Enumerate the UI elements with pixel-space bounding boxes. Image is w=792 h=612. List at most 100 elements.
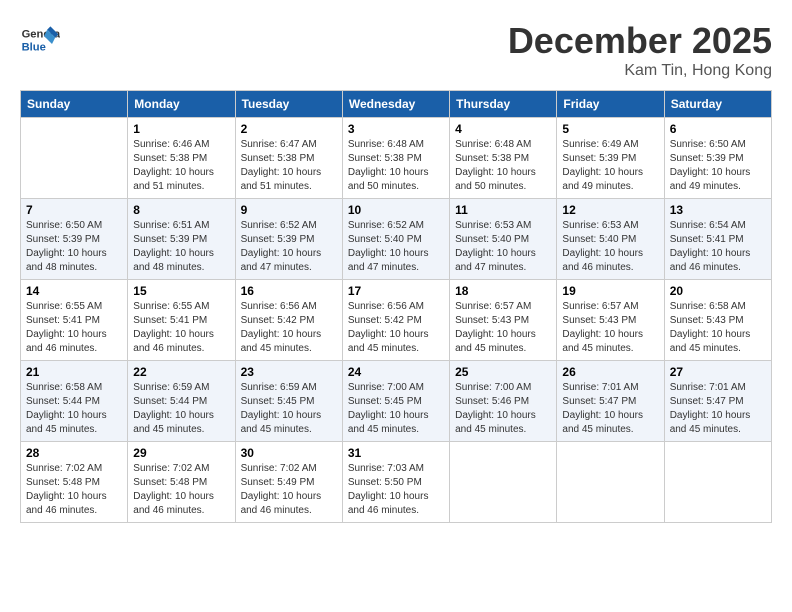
day-number: 21 [26, 365, 122, 379]
day-info: Sunrise: 7:01 AMSunset: 5:47 PMDaylight:… [670, 381, 766, 437]
calendar-cell-2-4: 18 Sunrise: 6:57 AMSunset: 5:43 PMDayligh… [450, 280, 557, 361]
col-thursday: Thursday [450, 91, 557, 118]
title-block: December 2025 Kam Tin, Hong Kong [508, 20, 772, 80]
day-number: 9 [241, 203, 337, 217]
calendar-header-row: Sunday Monday Tuesday Wednesday Thursday… [21, 91, 772, 118]
day-number: 27 [670, 365, 766, 379]
day-info: Sunrise: 6:52 AMSunset: 5:40 PMDaylight:… [348, 219, 444, 275]
day-number: 28 [26, 446, 122, 460]
day-number: 22 [133, 365, 229, 379]
calendar-cell-2-5: 19Sunrise: 6:57 AMSunset: 5:43 PMDayligh… [557, 280, 664, 361]
day-number: 11 [455, 203, 551, 217]
day-number: 13 [670, 203, 766, 217]
day-info: Sunrise: 6:51 AMSunset: 5:39 PMDaylight:… [133, 219, 229, 275]
svg-text:Blue: Blue [22, 41, 46, 53]
day-info: Sunrise: 6:57 AMSunset: 5:43 PMDaylight:… [455, 300, 551, 356]
calendar-cell-2-0: 14Sunrise: 6:55 AMSunset: 5:41 PMDayligh… [21, 280, 128, 361]
calendar-cell-1-3: 10 Sunrise: 6:52 AMSunset: 5:40 PMDayligh… [342, 199, 449, 280]
calendar-cell-4-6 [664, 442, 771, 523]
day-info: Sunrise: 7:01 AMSunset: 5:47 PMDaylight:… [562, 381, 658, 437]
calendar-cell-0-5: 5Sunrise: 6:49 AMSunset: 5:39 PMDaylight… [557, 118, 664, 199]
week-row-3: 14 Sunrise: 6:55 AMSunset: 5:41 PMDayligh… [21, 280, 772, 361]
day-info: Sunrise: 6:58 AMSunset: 5:43 PMDaylight:… [670, 300, 766, 356]
day-number: 18 [455, 284, 551, 298]
calendar-cell-3-5: 26 Sunrise: 7:01 AMSunset: 5:47 PMDayligh… [557, 361, 664, 442]
col-monday: Monday [128, 91, 235, 118]
week-row-1: 1Sunrise: 6:46 AMSunset: 5:38 PMDaylight… [21, 118, 772, 199]
day-number: 10 [348, 203, 444, 217]
day-info: Sunrise: 7:02 AMSunset: 5:48 PMDaylight:… [26, 462, 122, 518]
day-number: 12 [562, 203, 658, 217]
day-info: Sunrise: 6:50 AMSunset: 5:39 PMDaylight:… [26, 219, 122, 275]
day-number: 20 [670, 284, 766, 298]
calendar-cell-2-3: 17 Sunrise: 6:56 AMSunset: 5:42 PMDayligh… [342, 280, 449, 361]
day-number: 30 [241, 446, 337, 460]
day-info: Sunrise: 7:00 AMSunset: 5:46 PMDaylight:… [455, 381, 551, 437]
day-info: Sunrise: 6:50 AMSunset: 5:39 PMDaylight:… [670, 138, 766, 194]
calendar-cell-4-2: 30Sunrise: 7:02 AMSunset: 5:49 PMDayligh… [235, 442, 342, 523]
week-row-2: 7 Sunrise: 6:50 AMSunset: 5:39 PMDaylight… [21, 199, 772, 280]
day-number: 3 [348, 122, 444, 136]
calendar-cell-2-2: 16Sunrise: 6:56 AMSunset: 5:42 PMDayligh… [235, 280, 342, 361]
col-saturday: Saturday [664, 91, 771, 118]
week-row-4: 21 Sunrise: 6:58 AMSunset: 5:44 PMDayligh… [21, 361, 772, 442]
calendar-cell-0-0 [21, 118, 128, 199]
calendar-cell-0-4: 4 Sunrise: 6:48 AMSunset: 5:38 PMDaylight… [450, 118, 557, 199]
calendar-cell-0-6: 6 Sunrise: 6:50 AMSunset: 5:39 PMDaylight… [664, 118, 771, 199]
month-title: December 2025 [508, 20, 772, 62]
calendar-cell-4-5 [557, 442, 664, 523]
calendar-cell-0-3: 3 Sunrise: 6:48 AMSunset: 5:38 PMDaylight… [342, 118, 449, 199]
day-number: 15 [133, 284, 229, 298]
day-info: Sunrise: 7:02 AMSunset: 5:48 PMDaylight:… [133, 462, 229, 518]
day-number: 17 [348, 284, 444, 298]
day-info: Sunrise: 6:56 AMSunset: 5:42 PMDaylight:… [348, 300, 444, 356]
logo-icon: General Blue [20, 20, 60, 60]
day-number: 29 [133, 446, 229, 460]
day-number: 2 [241, 122, 337, 136]
calendar-cell-4-4 [450, 442, 557, 523]
day-info: Sunrise: 6:46 AMSunset: 5:38 PMDaylight:… [133, 138, 229, 194]
day-info: Sunrise: 6:53 AMSunset: 5:40 PMDaylight:… [455, 219, 551, 275]
day-number: 7 [26, 203, 122, 217]
col-tuesday: Tuesday [235, 91, 342, 118]
day-number: 19 [562, 284, 658, 298]
day-number: 14 [26, 284, 122, 298]
day-info: Sunrise: 7:03 AMSunset: 5:50 PMDaylight:… [348, 462, 444, 518]
day-number: 31 [348, 446, 444, 460]
calendar-cell-1-6: 13 Sunrise: 6:54 AMSunset: 5:41 PMDayligh… [664, 199, 771, 280]
day-info: Sunrise: 6:47 AMSunset: 5:38 PMDaylight:… [241, 138, 337, 194]
day-info: Sunrise: 6:59 AMSunset: 5:44 PMDaylight:… [133, 381, 229, 437]
calendar-cell-4-1: 29 Sunrise: 7:02 AMSunset: 5:48 PMDayligh… [128, 442, 235, 523]
day-info: Sunrise: 6:58 AMSunset: 5:44 PMDaylight:… [26, 381, 122, 437]
calendar-cell-3-4: 25Sunrise: 7:00 AMSunset: 5:46 PMDayligh… [450, 361, 557, 442]
day-info: Sunrise: 6:49 AMSunset: 5:39 PMDaylight:… [562, 138, 658, 194]
day-number: 6 [670, 122, 766, 136]
location: Kam Tin, Hong Kong [508, 62, 772, 80]
day-info: Sunrise: 6:54 AMSunset: 5:41 PMDaylight:… [670, 219, 766, 275]
day-info: Sunrise: 6:55 AMSunset: 5:41 PMDaylight:… [133, 300, 229, 356]
logo: General Blue [20, 20, 64, 60]
day-info: Sunrise: 7:00 AMSunset: 5:45 PMDaylight:… [348, 381, 444, 437]
day-info: Sunrise: 6:59 AMSunset: 5:45 PMDaylight:… [241, 381, 337, 437]
calendar-cell-3-1: 22 Sunrise: 6:59 AMSunset: 5:44 PMDayligh… [128, 361, 235, 442]
calendar-table: Sunday Monday Tuesday Wednesday Thursday… [20, 90, 772, 523]
col-wednesday: Wednesday [342, 91, 449, 118]
calendar-cell-1-2: 9 Sunrise: 6:52 AMSunset: 5:39 PMDaylight… [235, 199, 342, 280]
day-info: Sunrise: 6:53 AMSunset: 5:40 PMDaylight:… [562, 219, 658, 275]
calendar-cell-3-6: 27 Sunrise: 7:01 AMSunset: 5:47 PMDayligh… [664, 361, 771, 442]
day-info: Sunrise: 6:48 AMSunset: 5:38 PMDaylight:… [348, 138, 444, 194]
week-row-5: 28 Sunrise: 7:02 AMSunset: 5:48 PMDayligh… [21, 442, 772, 523]
calendar-cell-2-1: 15 Sunrise: 6:55 AMSunset: 5:41 PMDayligh… [128, 280, 235, 361]
calendar-cell-4-0: 28 Sunrise: 7:02 AMSunset: 5:48 PMDayligh… [21, 442, 128, 523]
day-number: 23 [241, 365, 337, 379]
day-info: Sunrise: 6:52 AMSunset: 5:39 PMDaylight:… [241, 219, 337, 275]
calendar-cell-2-6: 20 Sunrise: 6:58 AMSunset: 5:43 PMDayligh… [664, 280, 771, 361]
day-number: 8 [133, 203, 229, 217]
day-info: Sunrise: 6:48 AMSunset: 5:38 PMDaylight:… [455, 138, 551, 194]
day-number: 4 [455, 122, 551, 136]
calendar-cell-3-3: 24Sunrise: 7:00 AMSunset: 5:45 PMDayligh… [342, 361, 449, 442]
day-number: 26 [562, 365, 658, 379]
calendar-cell-0-1: 1Sunrise: 6:46 AMSunset: 5:38 PMDaylight… [128, 118, 235, 199]
calendar-cell-3-0: 21 Sunrise: 6:58 AMSunset: 5:44 PMDayligh… [21, 361, 128, 442]
calendar-cell-1-5: 12 Sunrise: 6:53 AMSunset: 5:40 PMDayligh… [557, 199, 664, 280]
